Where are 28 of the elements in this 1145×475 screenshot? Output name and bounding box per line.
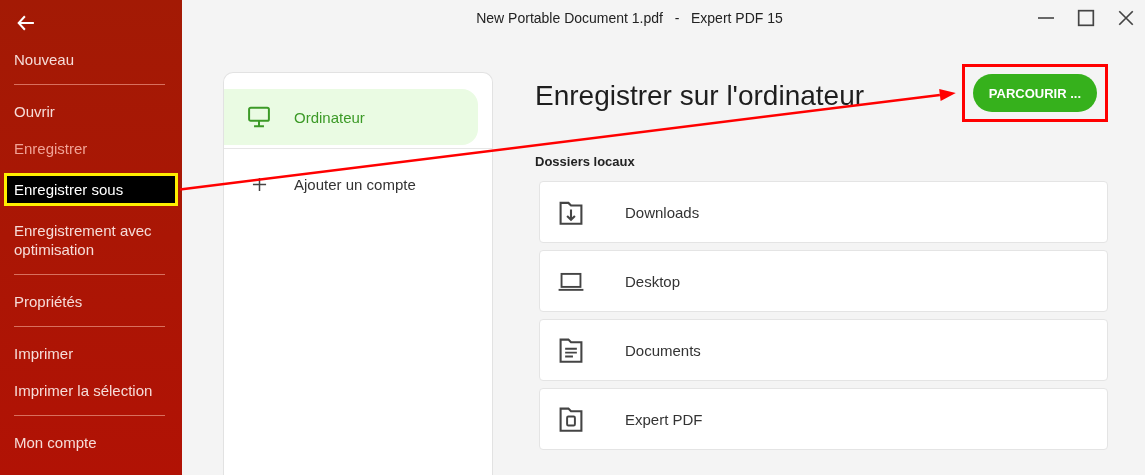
document-folder-icon <box>558 337 584 363</box>
sidebar-item[interactable]: Mon compte <box>4 430 178 455</box>
folder-item[interactable]: Documents <box>539 319 1108 381</box>
section-label: Dossiers locaux <box>535 154 636 169</box>
sidebar-item[interactable]: Propriétés <box>4 289 178 314</box>
back-button[interactable] <box>17 14 35 32</box>
sidebar-item[interactable]: Enregistrer sous <box>4 173 178 206</box>
location-item[interactable]: Ordinateur <box>224 89 478 145</box>
folder-item[interactable]: Desktop <box>539 250 1108 312</box>
sidebar-item[interactable]: Nouveau <box>4 47 178 72</box>
close-button[interactable] <box>1117 9 1135 27</box>
sidebar-item[interactable]: Ouvrir <box>4 99 178 124</box>
folder-item[interactable]: Expert PDF <box>539 388 1108 450</box>
download-folder-icon <box>558 199 584 225</box>
close-icon <box>1117 9 1135 27</box>
folder-item[interactable]: Downloads <box>539 181 1108 243</box>
sidebar-item[interactable]: Imprimer <box>4 341 178 366</box>
maximize-icon <box>1077 9 1095 27</box>
monitor-icon <box>248 106 270 128</box>
back-arrow-icon <box>17 14 35 32</box>
maximize-button[interactable] <box>1077 9 1095 27</box>
window-title: New Portable Document 1.pdf - Expert PDF 15 <box>475 10 784 26</box>
sidebar-item[interactable]: Imprimer la sélection <box>4 378 178 403</box>
minimize-icon <box>1037 17 1055 19</box>
location-item[interactable]: Ajouter un compte <box>224 156 478 212</box>
folder-icon <box>558 406 584 432</box>
page-heading: Enregistrer sur l'ordinateur <box>535 79 865 112</box>
sidebar-item[interactable]: Enregistrement avec optimisation <box>4 218 178 262</box>
